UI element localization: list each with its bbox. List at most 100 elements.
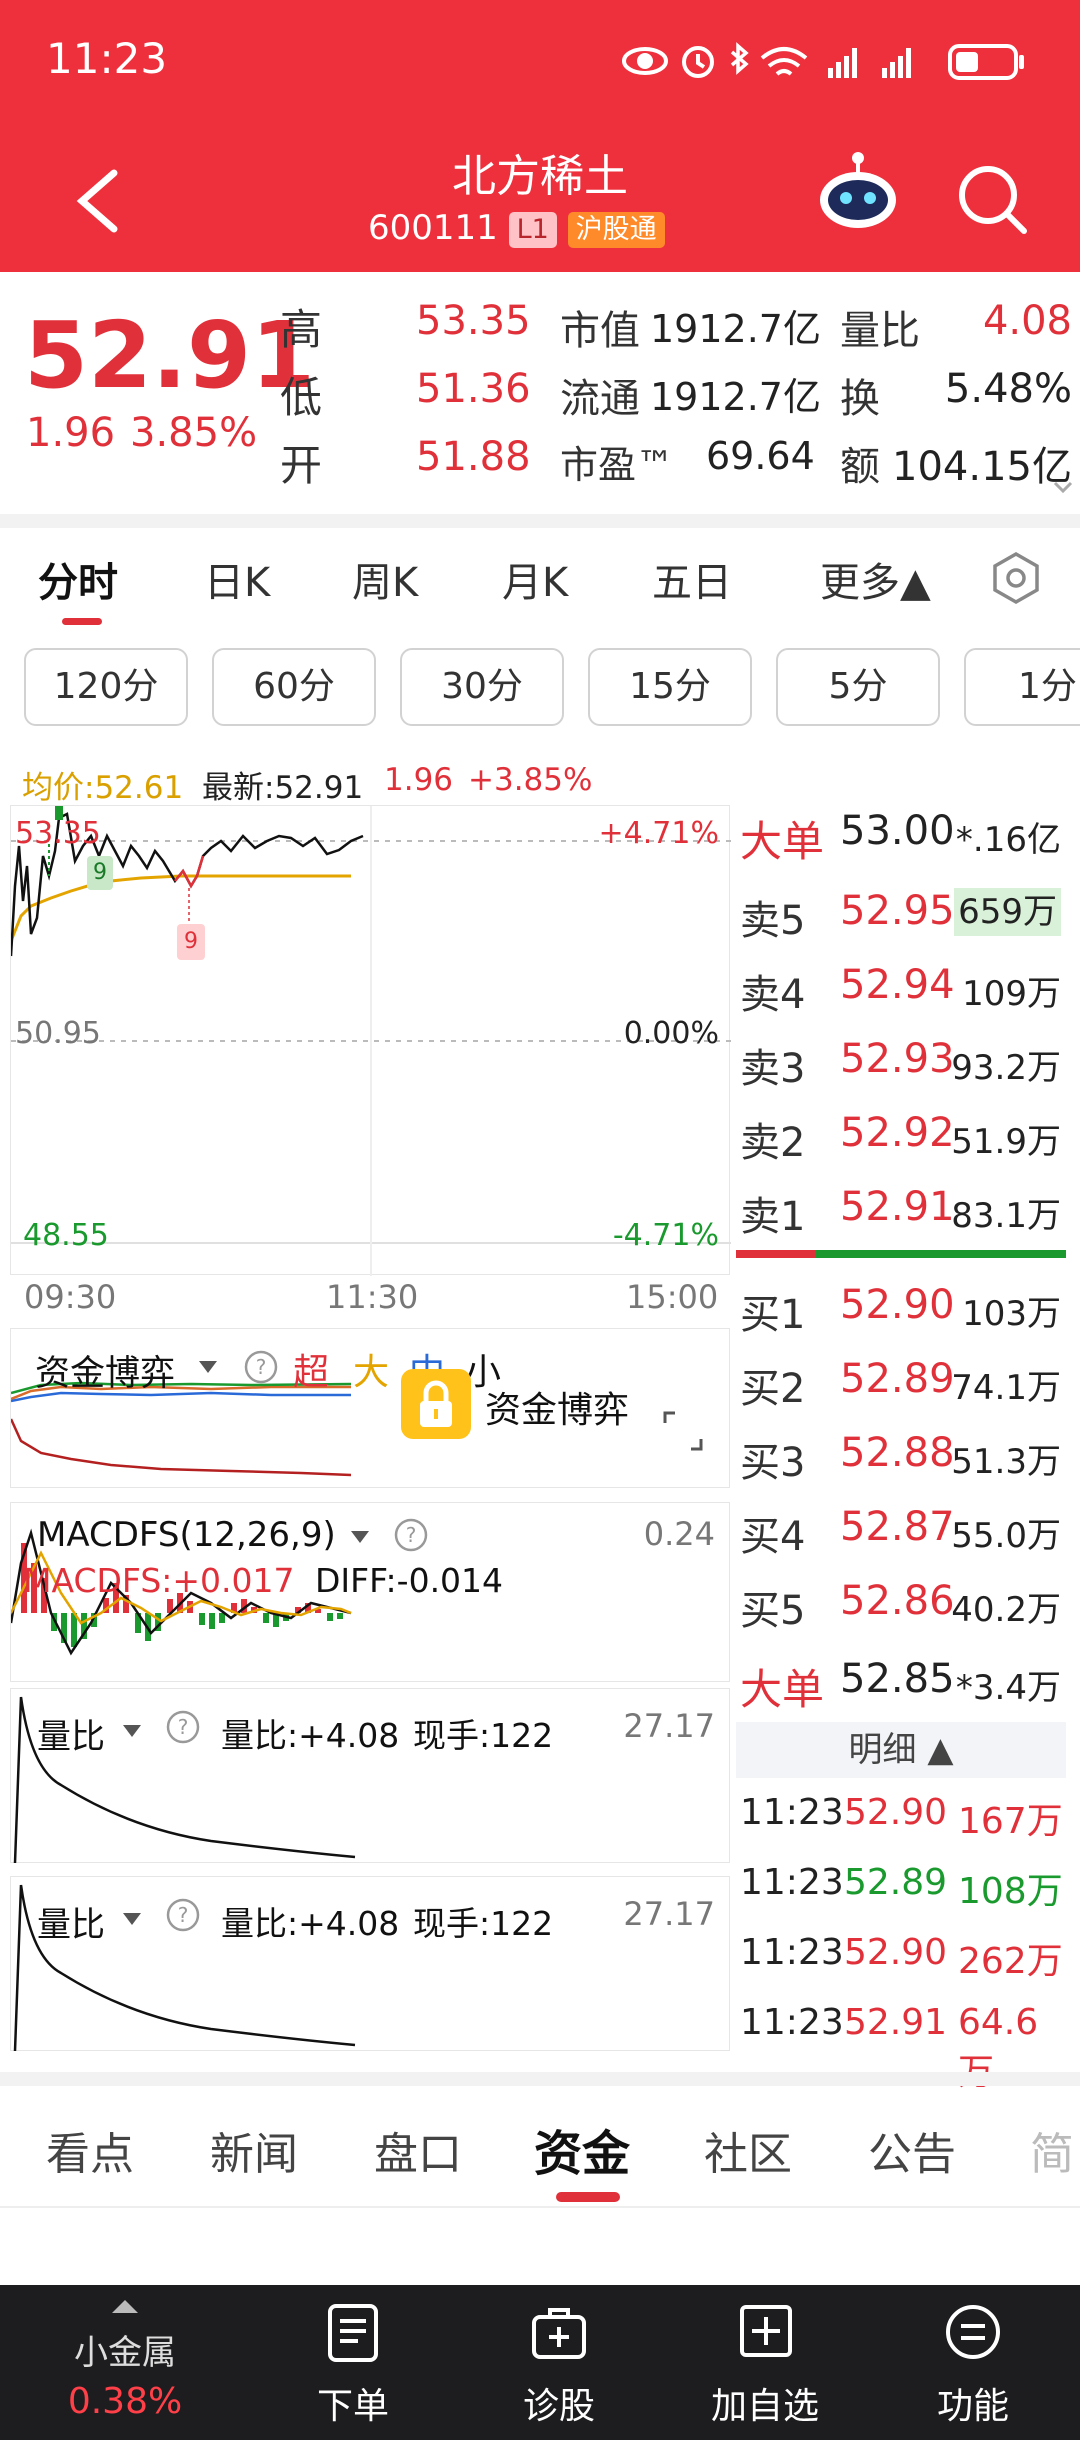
market-cap-label: 市值	[560, 308, 640, 354]
chevron-down-icon	[1053, 481, 1073, 494]
intraday-chart[interactable]: 53.35 50.95 48.55 +4.71% 0.00% -4.71% 9 …	[10, 805, 731, 1276]
y-max-label: 53.35	[15, 816, 101, 851]
diff-value: DIFF:-0.014	[315, 1561, 504, 1600]
eye-icon	[622, 47, 668, 75]
price-change: 1.96	[26, 410, 116, 456]
legend-large: 大	[353, 1352, 390, 1393]
tab-monthly-k[interactable]: 月K	[502, 550, 568, 608]
period-60[interactable]: 60分	[212, 648, 376, 726]
period-1[interactable]: 1分	[964, 648, 1080, 726]
big-order-top: 大单 53.00 *.16亿	[740, 808, 1065, 866]
detail-toggle[interactable]: 明细 ▲	[736, 1722, 1066, 1778]
period-30[interactable]: 30分	[400, 648, 564, 726]
help-icon[interactable]: ?	[165, 1897, 201, 1933]
stock-code-row: 600111 L1 沪股通	[368, 208, 665, 248]
high-label: 高	[280, 305, 323, 354]
nav-functions[interactable]: 功能	[888, 2285, 1058, 2440]
settings-hex-icon[interactable]	[988, 550, 1044, 606]
volume-ratio-label: 量比	[840, 308, 920, 354]
tab-community[interactable]: 社区	[704, 2118, 792, 2182]
dropdown-icon	[123, 1725, 141, 1737]
robot-assistant-button[interactable]	[812, 148, 904, 240]
svg-text:?: ?	[406, 1523, 417, 1547]
tab-orderbook[interactable]: 盘口	[374, 2118, 462, 2182]
last-price: 52.91	[24, 302, 316, 409]
pe-label: 市盈™	[560, 443, 675, 487]
help-icon[interactable]: ?	[393, 1517, 429, 1553]
sell-4[interactable]: 卖4 52.94 109万	[740, 962, 1065, 1018]
help-icon[interactable]: ?	[165, 1709, 201, 1745]
sell-2[interactable]: 卖2 52.92 51.9万	[740, 1110, 1065, 1166]
tab-intraday[interactable]: 分时	[38, 550, 118, 608]
nav-diagnose[interactable]: 诊股	[474, 2285, 644, 2440]
buy-3[interactable]: 买3 52.88 51.3万	[740, 1430, 1065, 1486]
divider	[0, 2206, 1080, 2208]
open-label: 开	[280, 441, 323, 490]
volume-ratio-title[interactable]: 量比	[37, 1709, 105, 1758]
sell-5[interactable]: 卖5 52.95 659万	[740, 888, 1065, 944]
amount-value: 104.15亿	[892, 444, 1072, 490]
chevron-up-icon	[112, 2300, 138, 2313]
y-mid-label: 50.95	[15, 1016, 101, 1051]
tab-profile[interactable]: 简	[1030, 2118, 1074, 2182]
tab-five-day[interactable]: 五日	[652, 550, 732, 608]
search-button[interactable]	[946, 155, 1038, 247]
buy-2[interactable]: 买2 52.89 74.1万	[740, 1356, 1065, 1412]
period-15[interactable]: 15分	[588, 648, 752, 726]
marker-high[interactable]: 9	[87, 856, 113, 890]
index-ticker[interactable]: 小金属 0.38%	[40, 2285, 210, 2440]
turnover-value: 5.48%	[944, 366, 1072, 412]
order-document-icon	[328, 2304, 378, 2362]
add-square-icon	[740, 2305, 792, 2357]
funds-locked-label: 资金博弈	[485, 1390, 630, 1431]
buy-4[interactable]: 买4 52.87 55.0万	[740, 1504, 1065, 1560]
macd-title[interactable]: MACDFS(12,26,9)	[37, 1515, 336, 1555]
info-change-pct: +3.85%	[468, 762, 593, 798]
volume-ratio-max-2: 27.17	[623, 1895, 715, 1933]
big-order-vol-2: *3.4万	[955, 1668, 1061, 1708]
macd-panel[interactable]: MACDFS(12,26,9) ? 0.24 MACDFS:+0.017 DIF…	[10, 1502, 730, 1682]
tab-daily-k[interactable]: 日K	[204, 550, 270, 608]
tab-weekly-k[interactable]: 周K	[352, 550, 418, 608]
volume-ratio-panel-2[interactable]: 量比 ? 量比:+4.08 现手:122 27.17	[10, 1876, 730, 2052]
pct-mid-label: 0.00%	[623, 1016, 719, 1051]
volume-ratio-panel[interactable]: 量比 ? 量比:+4.08 现手:122 27.17	[10, 1688, 730, 1864]
lock-icon[interactable]	[401, 1369, 471, 1439]
medical-kit-icon	[532, 2308, 586, 2359]
big-order-label-2: 大单	[740, 1665, 825, 1714]
marker-low[interactable]: 9	[177, 924, 205, 960]
funds-label[interactable]: 资金博弈	[35, 1345, 175, 1396]
hk-connect-tag: 沪股通	[567, 211, 665, 248]
current-hand-value-2: 现手:122	[413, 1904, 554, 1943]
period-5[interactable]: 5分	[776, 648, 940, 726]
tab-announcements[interactable]: 公告	[868, 2118, 956, 2182]
divider	[0, 2072, 1080, 2086]
buy-5[interactable]: 买5 52.86 40.2万	[740, 1578, 1065, 1634]
index-pct: 0.38%	[67, 2381, 183, 2422]
expand-icon[interactable]	[661, 1409, 705, 1453]
index-name: 小金属	[74, 2333, 176, 2373]
tab-highlights[interactable]: 看点	[46, 2118, 134, 2182]
sell-1[interactable]: 卖1 52.91 83.1万	[740, 1184, 1065, 1240]
tab-news[interactable]: 新闻	[210, 2118, 298, 2182]
price-change-pct: 3.85%	[130, 410, 258, 456]
help-icon[interactable]: ?	[243, 1349, 279, 1385]
funds-panel[interactable]: 资金博弈 ? 超 大 中 小 资金博弈	[10, 1328, 730, 1488]
tab-more[interactable]: 更多▲	[820, 550, 931, 608]
buy-1[interactable]: 买1 52.90 103万	[740, 1282, 1065, 1338]
nav-place-order-label: 下单	[316, 2386, 389, 2427]
dropdown-icon	[123, 1913, 141, 1925]
sell-3[interactable]: 卖3 52.93 93.2万	[740, 1036, 1065, 1092]
nav-place-order[interactable]: 下单	[268, 2285, 438, 2440]
svg-text:?: ?	[178, 1903, 189, 1927]
period-120[interactable]: 120分	[24, 648, 188, 726]
pct-max-label: +4.71%	[598, 816, 719, 851]
big-order-bottom: 大单 52.85 *3.4万	[740, 1656, 1065, 1714]
volume-ratio-title-2[interactable]: 量比	[37, 1897, 105, 1946]
time-mid: 11:30	[326, 1278, 419, 1316]
current-hand-value: 现手:122	[413, 1716, 554, 1755]
nav-add-watchlist[interactable]: 加自选	[680, 2285, 850, 2440]
stock-code: 600111	[368, 208, 498, 248]
macd-value: MACDFS:+0.017	[23, 1561, 295, 1600]
tab-funds[interactable]: 资金	[534, 2114, 630, 2184]
